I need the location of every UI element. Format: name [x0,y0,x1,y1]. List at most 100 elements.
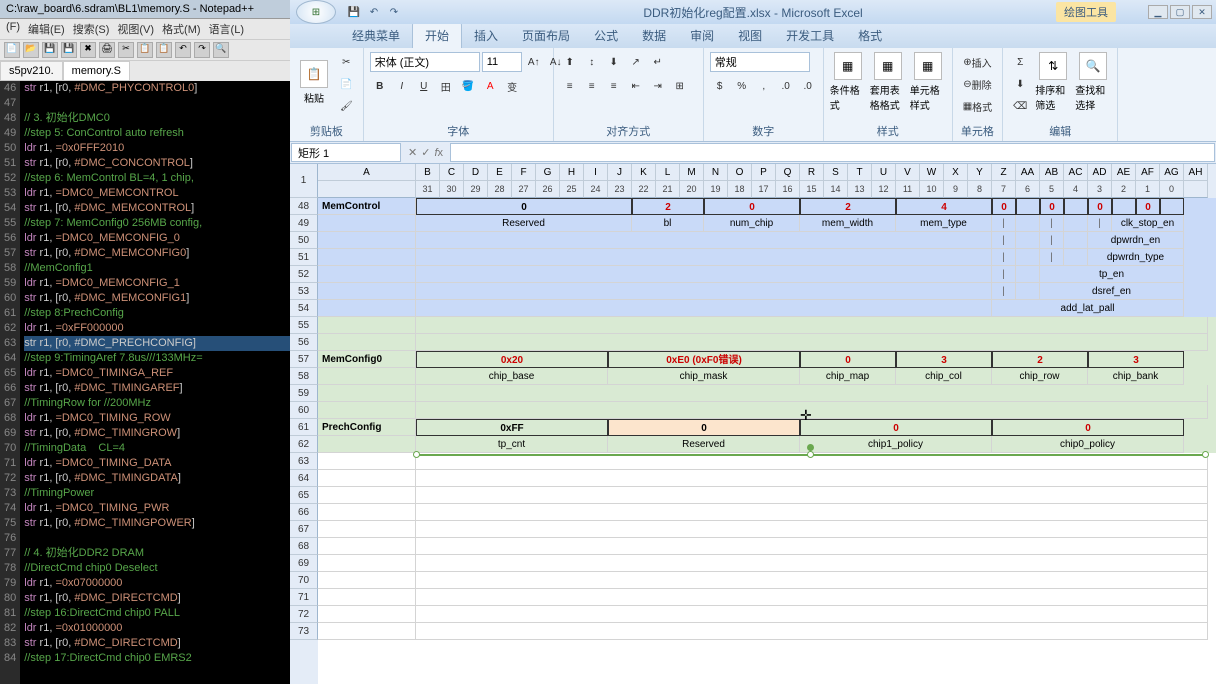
cell[interactable]: bl [632,215,704,232]
redo-icon[interactable]: ↷ [194,42,210,58]
cell[interactable]: 2 [632,198,704,215]
col-header-C[interactable]: C [440,164,464,181]
find-select-button[interactable]: 🔍查找和选择 [1075,52,1111,112]
cell[interactable] [1016,232,1040,249]
npp-menu-format[interactable]: 格式(M) [162,21,201,37]
cell[interactable] [416,606,1208,623]
row-header-65[interactable]: 65 [290,487,318,504]
decrease-indent-icon[interactable]: ⇤ [626,76,646,96]
cell[interactable]: dpwrdn_type [1088,249,1184,266]
cell[interactable]: 2 [800,198,896,215]
open-icon[interactable]: 📂 [23,42,39,58]
cell[interactable] [416,266,992,283]
col-header-N[interactable]: N [704,164,728,181]
wrap-text-icon[interactable]: ↵ [648,52,668,72]
redo-icon[interactable]: ↷ [386,4,402,20]
col-header-V[interactable]: V [896,164,920,181]
col-header-AH[interactable]: AH [1184,164,1208,181]
cell[interactable] [318,504,416,521]
drawing-tools-tab[interactable]: 绘图工具 [1056,2,1116,22]
fill-icon[interactable]: ⬇ [1009,74,1031,94]
row-header-64[interactable]: 64 [290,470,318,487]
cell[interactable] [416,487,1208,504]
col-header-Q[interactable]: Q [776,164,800,181]
col-header-E[interactable]: E [488,164,512,181]
npp-menu-search[interactable]: 搜索(S) [73,21,110,37]
cell[interactable] [1016,215,1040,232]
cell[interactable]: | [1040,215,1064,232]
cell[interactable] [318,623,416,640]
excel-title-bar[interactable]: ⊞ 💾 ↶ ↷ DDR初始化reg配置.xlsx - Microsoft Exc… [290,0,1216,24]
cell[interactable] [416,334,1208,351]
col-header-AD[interactable]: AD [1088,164,1112,181]
row-header-54[interactable]: 54 [290,300,318,317]
row-header-71[interactable]: 71 [290,589,318,606]
cell[interactable] [416,232,992,249]
undo-icon[interactable]: ↶ [366,4,382,20]
ribbon-tab-4[interactable]: 公式 [582,23,630,48]
cell[interactable] [318,317,416,334]
row-header-67[interactable]: 67 [290,521,318,538]
percent-icon[interactable]: % [732,76,752,96]
col-header-D[interactable]: D [464,164,488,181]
row-header-52[interactable]: 52 [290,266,318,283]
col-header-AE[interactable]: AE [1112,164,1136,181]
name-box[interactable] [291,143,401,162]
cell[interactable] [1064,249,1088,266]
cell[interactable]: chip_mask [608,368,800,385]
table-format-button[interactable]: ▦套用表格格式 [870,52,906,112]
conditional-format-button[interactable]: ▦条件格式 [830,52,866,112]
fill-color-icon[interactable]: 🪣 [458,76,478,96]
cell[interactable]: dpwrdn_en [1088,232,1184,249]
npp-menu-view[interactable]: 视图(V) [117,21,154,37]
align-left-icon[interactable]: ≡ [560,76,580,96]
col-header-P[interactable]: P [752,164,776,181]
cell[interactable]: 0xFF [416,419,608,436]
cell[interactable] [416,538,1208,555]
ribbon-tab-9[interactable]: 格式 [846,23,894,48]
cell[interactable]: add_lat_pall [992,300,1184,317]
row-header-50[interactable]: 50 [290,232,318,249]
row-header-63[interactable]: 63 [290,453,318,470]
enter-fx-icon[interactable]: ✓ [421,146,430,159]
cell[interactable] [318,266,416,283]
cell[interactable]: tp_cnt [416,436,608,453]
cell[interactable]: MemConfig0 [318,351,416,368]
col-header-T[interactable]: T [848,164,872,181]
cell[interactable] [416,521,1208,538]
cell[interactable]: | [992,266,1016,283]
row-header-72[interactable]: 72 [290,606,318,623]
saveall-icon[interactable]: 💾 [61,42,77,58]
undo-icon[interactable]: ↶ [175,42,191,58]
cell[interactable]: 0 [416,198,632,215]
merge-icon[interactable]: ⊞ [670,76,690,96]
row-header-55[interactable]: 55 [290,317,318,334]
quick-access-toolbar[interactable]: 💾 ↶ ↷ [346,4,402,20]
cell[interactable]: | [992,215,1016,232]
cell[interactable] [318,521,416,538]
npp-menu-bar[interactable]: (F) 编辑(E) 搜索(S) 视图(V) 格式(M) 语言(L) [0,19,290,40]
cell[interactable]: chip_base [416,368,608,385]
ribbon-tabs[interactable]: 经典菜单开始插入页面布局公式数据审阅视图开发工具格式 [290,24,1216,48]
cell[interactable] [318,436,416,453]
row-header-48[interactable]: 48 [290,198,318,215]
col-header-A[interactable]: A [318,164,416,181]
cell[interactable] [318,385,416,402]
close-icon[interactable]: ✖ [80,42,96,58]
cell[interactable] [318,232,416,249]
cell[interactable]: 3 [896,351,992,368]
row-header-73[interactable]: 73 [290,623,318,640]
cell[interactable] [416,385,1208,402]
new-icon[interactable]: 📄 [4,42,20,58]
cell[interactable]: MemControl [318,198,416,215]
cell[interactable]: | [992,232,1016,249]
align-top-icon[interactable]: ⬆ [560,52,580,72]
border-icon[interactable]: 田 [436,76,456,96]
cell[interactable] [416,589,1208,606]
cell[interactable]: 2 [992,351,1088,368]
cell[interactable]: num_chip [704,215,800,232]
ribbon-tab-2[interactable]: 插入 [462,23,510,48]
col-header-R[interactable]: R [800,164,824,181]
col-header-AA[interactable]: AA [1016,164,1040,181]
cell[interactable]: tp_en [1040,266,1184,283]
